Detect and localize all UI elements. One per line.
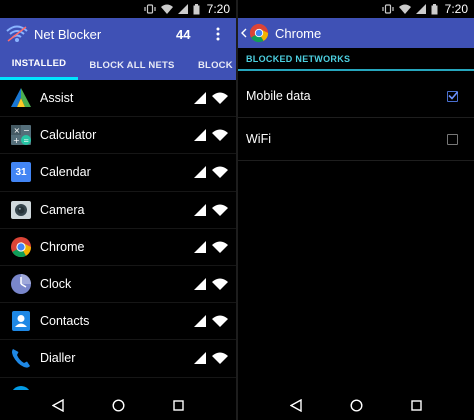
- app-row-partial[interactable]: [0, 378, 236, 390]
- back-icon[interactable]: [52, 398, 64, 412]
- chrome-icon: [249, 23, 269, 43]
- battery-icon: [193, 3, 200, 14]
- mobile-data-icon[interactable]: [194, 315, 206, 328]
- app-row-chrome[interactable]: Chrome: [0, 229, 236, 266]
- camera-icon: [9, 198, 33, 222]
- app-name: Clock: [40, 277, 72, 292]
- option-wifi[interactable]: WiFi: [238, 118, 474, 161]
- tab-installed[interactable]: INSTALLED: [0, 50, 78, 80]
- app-name: Calculator: [40, 128, 97, 143]
- wifi-icon[interactable]: [212, 278, 228, 291]
- app-bar: Net Blocker 44: [0, 18, 236, 50]
- wifi-icon[interactable]: [212, 315, 228, 328]
- option-label: WiFi: [246, 132, 271, 146]
- chrome-settings-screen: 7:20 Chrome BLOCKED NETWORKS Mobile data…: [238, 0, 474, 420]
- chrome-icon: [9, 235, 33, 259]
- app-title: Chrome: [275, 25, 322, 41]
- mobile-data-icon[interactable]: [194, 240, 206, 253]
- mobile-data-icon[interactable]: [194, 92, 206, 105]
- app-list: Assist × − + = Calculator 31 Calendar Ca…: [0, 80, 236, 390]
- app-row-contacts[interactable]: Contacts: [0, 303, 236, 341]
- wifi-logo-icon: [6, 25, 28, 42]
- calendar-date-text: 31: [11, 162, 31, 183]
- wifi-status-icon: [160, 4, 173, 14]
- app-row-clock[interactable]: Clock: [0, 266, 236, 304]
- signal-status-icon: [415, 4, 426, 14]
- navigation-bar: [238, 390, 474, 420]
- clock-icon: [9, 272, 33, 296]
- navigation-bar: [0, 390, 236, 420]
- app-name: Chrome: [40, 239, 85, 254]
- wifi-icon[interactable]: [212, 241, 228, 253]
- wifi-icon[interactable]: [212, 92, 228, 105]
- option-label: Mobile data: [246, 89, 311, 103]
- app-count-badge: 44: [176, 26, 191, 42]
- assist-icon: [9, 86, 33, 110]
- section-header: BLOCKED NETWORKS: [238, 49, 474, 71]
- app-row-camera[interactable]: Camera: [0, 192, 236, 229]
- app-row-calendar[interactable]: 31 Calendar: [0, 154, 236, 192]
- tab-bar: INSTALLED BLOCK ALL NETS BLOCK DA: [0, 50, 236, 80]
- mobile-data-icon[interactable]: [194, 203, 206, 216]
- calendar-icon: 31: [9, 160, 33, 184]
- calculator-icon: × − + =: [9, 123, 33, 147]
- tab-block-all-nets[interactable]: BLOCK ALL NETS: [78, 50, 186, 80]
- contacts-icon: [9, 309, 33, 333]
- mobile-data-icon[interactable]: [194, 278, 206, 291]
- vibrate-icon: [144, 4, 156, 14]
- app-name: Assist: [40, 91, 74, 106]
- app-row-calculator[interactable]: × − + = Calculator: [0, 117, 236, 155]
- app-row-assist[interactable]: Assist: [0, 80, 236, 118]
- app-name: Calendar: [40, 165, 91, 180]
- app-name: Camera: [40, 202, 85, 217]
- app-name: Contacts: [40, 314, 90, 329]
- tab-block-data[interactable]: BLOCK DA: [186, 50, 236, 80]
- checkmark-icon: [448, 90, 458, 100]
- phone-icon: [9, 346, 33, 370]
- back-icon[interactable]: [290, 398, 302, 412]
- wifi-icon[interactable]: [212, 352, 228, 365]
- net-blocker-screen: 7:20 Net Blocker 44 INSTALLED BLOCK ALL …: [0, 0, 236, 420]
- back-arrow-icon[interactable]: [241, 28, 247, 38]
- app-bar: Chrome: [238, 18, 474, 48]
- mobile-data-icon[interactable]: [194, 129, 206, 142]
- wifi-checkbox[interactable]: [447, 133, 458, 145]
- recents-icon[interactable]: [173, 399, 184, 411]
- svg-text:+: +: [13, 136, 20, 145]
- svg-text:=: =: [23, 137, 29, 145]
- home-icon[interactable]: [350, 398, 363, 412]
- home-icon[interactable]: [112, 398, 125, 412]
- app-title: Net Blocker: [34, 26, 102, 42]
- overflow-menu-icon[interactable]: [215, 26, 221, 42]
- battery-icon: [431, 3, 438, 14]
- mobile-data-checkbox[interactable]: [447, 90, 458, 102]
- option-mobile-data[interactable]: Mobile data: [238, 75, 474, 118]
- mobile-data-icon[interactable]: [194, 352, 206, 365]
- app-name: Dialler: [40, 351, 76, 366]
- wifi-status-icon: [398, 4, 411, 14]
- status-bar: 7:20: [0, 0, 236, 18]
- vibrate-icon: [382, 4, 394, 14]
- status-time: 7:20: [206, 2, 230, 16]
- mobile-data-icon[interactable]: [194, 166, 206, 179]
- app-row-dialler[interactable]: Dialler: [0, 340, 236, 378]
- signal-status-icon: [177, 4, 188, 14]
- svg-text:×: ×: [14, 126, 21, 135]
- svg-text:−: −: [23, 126, 30, 135]
- status-bar: 7:20: [238, 0, 474, 18]
- status-time: 7:20: [444, 2, 468, 16]
- wifi-icon[interactable]: [212, 204, 228, 216]
- wifi-icon[interactable]: [212, 129, 228, 142]
- recents-icon[interactable]: [411, 399, 422, 411]
- wifi-icon[interactable]: [212, 166, 228, 179]
